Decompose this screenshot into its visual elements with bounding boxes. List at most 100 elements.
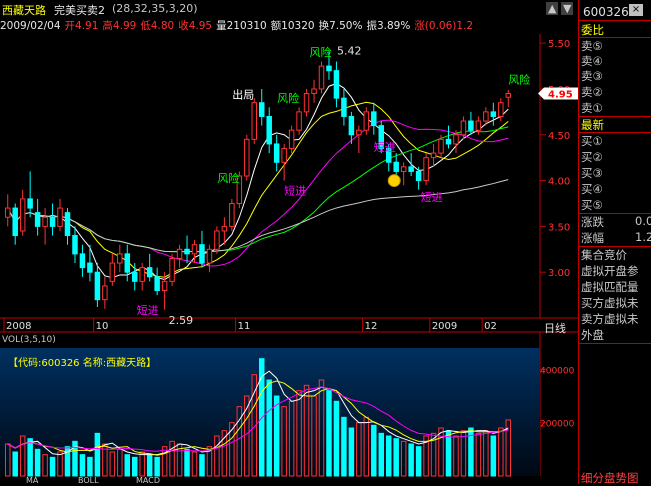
up-candle [288,129,295,150]
up-candle [311,88,317,95]
volume-bar-down [273,395,280,477]
up-candle [303,93,310,113]
volume-bar-down [415,446,422,477]
down-candle [87,262,93,273]
volume-tick-label: 200000 [540,420,575,430]
zhangdie-value: 0.0 [635,214,651,228]
up-candle [176,248,183,259]
volume-bar-down [12,451,18,477]
volume-bar-down [348,427,355,477]
up-candle [453,134,459,145]
up-candle [4,207,11,218]
down-candle [131,271,138,282]
down-candle [490,111,497,117]
date-label: 2009 [432,321,457,332]
volume-bar-down [490,435,497,477]
up-candle [169,257,175,282]
scroll-up-button[interactable]: ▲ [546,2,559,15]
volume-bar-down [27,438,33,477]
price-tick-label: 5.50 [548,39,570,50]
down-candle [146,267,153,278]
volume-bar-down [266,379,272,477]
up-candle [191,244,198,255]
panel-stock-code: 600326 [583,5,629,19]
volume-bar-down [341,416,347,477]
smiley-icon [387,174,401,188]
quote-close: 收4.95 [178,20,213,32]
date-label: 10 [96,321,109,332]
high-price-label: 5.42 [337,44,362,57]
down-candle [468,120,474,131]
volume-bar-down [34,448,41,477]
volume-bar-down [408,443,414,477]
down-candle [348,115,355,136]
down-candle [94,271,101,301]
separator [579,343,651,344]
up-candle [244,138,250,177]
date-label: 11 [238,321,251,332]
ask-3[interactable]: 卖③ [581,68,603,84]
close-button[interactable]: × [629,4,643,16]
down-candle [72,235,78,255]
down-candle [34,212,41,227]
price-tick-label: 3.00 [548,268,570,279]
date-label: 12 [365,321,378,332]
volume-bar-down [87,456,93,477]
indicator-tabs: MA BOLL MACD [0,476,578,484]
tab-ma[interactable]: MA [26,476,38,484]
up-candle [161,280,168,292]
price-chart[interactable]: 5.505.004.504.003.503.00 200810111220090… [0,0,578,484]
down-candle [12,207,18,237]
down-candle [266,115,272,145]
down-candle [371,111,377,127]
up-candle [430,152,437,159]
volume-info: 【代码:600326 名称:西藏天路】 [8,358,157,369]
down-candle [184,248,190,255]
latest-label: 最新 [581,118,604,132]
period-label[interactable]: 日线 [544,320,566,336]
up-candle [221,225,228,232]
down-candle [199,244,205,264]
up-candle [475,120,482,131]
volume-bar-down [333,400,340,477]
ask-1[interactable]: 卖① [581,100,603,116]
up-candle [109,262,116,282]
xuni-pipei: 虚拟匹配量 [581,280,639,294]
ask-4[interactable]: 卖④ [581,53,603,69]
scroll-down-button[interactable]: ▼ [561,2,574,15]
ask-5[interactable]: 卖⑤ [581,38,603,54]
jihe-jingjia: 集合竞价 [581,248,627,262]
bid-4[interactable]: 买④ [581,181,603,197]
up-candle [251,102,258,140]
fengxian-label: 风险 [508,73,530,87]
down-candle [333,70,340,99]
tab-boll[interactable]: BOLL [78,476,99,484]
duanjin-label: 短进 [421,190,443,204]
down-candle [273,143,280,163]
fengxian-label: 风险 [277,91,299,105]
up-candle [19,198,26,232]
quote-date: 2009/02/04 [0,20,61,32]
up-candle [356,129,362,136]
indicator-name[interactable]: 完美买卖2 [54,2,105,18]
bid-5[interactable]: 买⑤ [581,197,603,213]
down-candle [64,212,71,237]
volume-bar-down [326,390,332,477]
duanjin-label: 短进 [137,303,159,317]
up-candle [483,111,489,122]
down-candle [49,216,56,227]
quote-high: 高4.99 [102,20,137,32]
maifang-xuni-2: 卖方虚拟未 [581,312,639,326]
volume-bar-down [154,456,160,477]
quote-low: 低4.80 [140,20,175,32]
bid-2[interactable]: 买② [581,149,603,165]
down-candle [27,198,33,209]
quote-volume: 量210310 [216,20,267,32]
up-candle [229,202,235,227]
tab-macd[interactable]: MACD [136,476,160,484]
ask-2[interactable]: 卖② [581,84,603,100]
separator [579,20,651,21]
bid-3[interactable]: 买③ [581,165,603,181]
bid-1[interactable]: 买① [581,133,603,149]
waipan: 外盘 [581,328,604,342]
